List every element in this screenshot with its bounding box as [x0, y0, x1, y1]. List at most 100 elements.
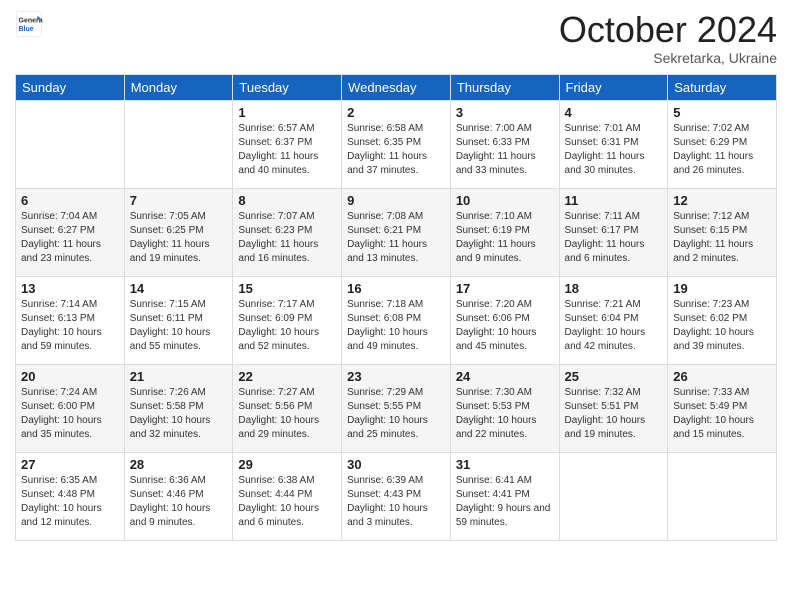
- calendar-cell: 31 Sunrise: 6:41 AM Sunset: 4:41 PM Dayli…: [450, 452, 559, 540]
- calendar-cell: 28 Sunrise: 6:36 AM Sunset: 4:46 PM Dayli…: [124, 452, 233, 540]
- calendar-cell: 7 Sunrise: 7:05 AM Sunset: 6:25 PM Daylig…: [124, 188, 233, 276]
- day-info: Sunrise: 7:17 AM Sunset: 6:09 PM Dayligh…: [238, 298, 336, 354]
- day-info: Sunrise: 6:36 AM Sunset: 4:46 PM Dayligh…: [130, 474, 228, 530]
- calendar-cell: 9Sunrise: 7:08 AM Sunset: 6:21 PM Daylig…: [342, 188, 451, 276]
- day-info: Sunrise: 6:41 AM Sunset: 4:41 PM Dayligh…: [456, 474, 554, 530]
- calendar-cell: 16 Sunrise: 7:18 AM Sunset: 6:08 PM Dayli…: [342, 276, 451, 364]
- calendar-cell: 19 Sunrise: 7:23 AM Sunset: 6:02 PM Dayli…: [668, 276, 777, 364]
- day-number: 17: [456, 281, 554, 296]
- weekday-thursday: Thursday: [450, 74, 559, 100]
- day-info: Sunrise: 6:39 AM Sunset: 4:43 PM Dayligh…: [347, 474, 445, 530]
- day-number: 12: [673, 193, 771, 208]
- day-info: Sunrise: 7:32 AM Sunset: 5:51 PM Dayligh…: [565, 386, 663, 442]
- day-number: 3: [456, 105, 554, 120]
- calendar-cell: 1 Sunrise: 6:57 AM Sunset: 6:37 PM Daylig…: [233, 100, 342, 188]
- day-info: Sunrise: 7:33 AM Sunset: 5:49 PM Dayligh…: [673, 386, 771, 442]
- day-number: 11: [565, 193, 663, 208]
- svg-text:Blue: Blue: [19, 26, 34, 33]
- day-number: 16: [347, 281, 445, 296]
- calendar-cell: 30 Sunrise: 6:39 AM Sunset: 4:43 PM Dayli…: [342, 452, 451, 540]
- calendar-cell: 22Sunrise: 7:27 AM Sunset: 5:56 PM Dayli…: [233, 364, 342, 452]
- calendar-cell: [16, 100, 125, 188]
- day-info: Sunrise: 7:21 AM Sunset: 6:04 PM Dayligh…: [565, 298, 663, 354]
- calendar-cell: [559, 452, 668, 540]
- day-number: 1: [238, 105, 336, 120]
- calendar-cell: 25 Sunrise: 7:32 AM Sunset: 5:51 PM Dayli…: [559, 364, 668, 452]
- day-number: 31: [456, 457, 554, 472]
- week-row-1: 6 Sunrise: 7:04 AM Sunset: 6:27 PM Daylig…: [16, 188, 777, 276]
- day-info: Sunrise: 7:30 AM Sunset: 5:53 PM Dayligh…: [456, 386, 554, 442]
- day-info: Sunrise: 7:01 AM Sunset: 6:31 PM Dayligh…: [565, 122, 663, 178]
- day-info: Sunrise: 7:04 AM Sunset: 6:27 PM Dayligh…: [21, 210, 119, 266]
- week-row-4: 27Sunrise: 6:35 AM Sunset: 4:48 PM Dayli…: [16, 452, 777, 540]
- calendar-cell: 4 Sunrise: 7:01 AM Sunset: 6:31 PM Daylig…: [559, 100, 668, 188]
- calendar-cell: [124, 100, 233, 188]
- calendar-cell: 14Sunrise: 7:15 AM Sunset: 6:11 PM Dayli…: [124, 276, 233, 364]
- day-info: Sunrise: 7:20 AM Sunset: 6:06 PM Dayligh…: [456, 298, 554, 354]
- day-info: Sunrise: 7:26 AM Sunset: 5:58 PM Dayligh…: [130, 386, 228, 442]
- day-number: 9: [347, 193, 445, 208]
- day-info: Sunrise: 7:29 AM Sunset: 5:55 PM Dayligh…: [347, 386, 445, 442]
- day-number: 4: [565, 105, 663, 120]
- weekday-tuesday: Tuesday: [233, 74, 342, 100]
- day-number: 5: [673, 105, 771, 120]
- day-number: 10: [456, 193, 554, 208]
- day-info: Sunrise: 7:00 AM Sunset: 6:33 PM Dayligh…: [456, 122, 554, 178]
- day-number: 6: [21, 193, 119, 208]
- week-row-3: 20Sunrise: 7:24 AM Sunset: 6:00 PM Dayli…: [16, 364, 777, 452]
- logo-icon: General Blue: [15, 10, 43, 38]
- day-number: 23: [347, 369, 445, 384]
- calendar-cell: [668, 452, 777, 540]
- calendar-cell: 18 Sunrise: 7:21 AM Sunset: 6:04 PM Dayli…: [559, 276, 668, 364]
- day-info: Sunrise: 7:07 AM Sunset: 6:23 PM Dayligh…: [238, 210, 336, 266]
- day-number: 14: [130, 281, 228, 296]
- title-area: October 2024 Sekretarka, Ukraine: [559, 10, 777, 66]
- day-number: 7: [130, 193, 228, 208]
- day-number: 15: [238, 281, 336, 296]
- calendar-cell: 29 Sunrise: 6:38 AM Sunset: 4:44 PM Dayli…: [233, 452, 342, 540]
- day-info: Sunrise: 7:12 AM Sunset: 6:15 PM Dayligh…: [673, 210, 771, 266]
- day-number: 20: [21, 369, 119, 384]
- day-number: 18: [565, 281, 663, 296]
- weekday-friday: Friday: [559, 74, 668, 100]
- day-info: Sunrise: 7:14 AM Sunset: 6:13 PM Dayligh…: [21, 298, 119, 354]
- calendar-cell: 10 Sunrise: 7:10 AM Sunset: 6:19 PM Dayli…: [450, 188, 559, 276]
- subtitle: Sekretarka, Ukraine: [559, 50, 777, 66]
- day-info: Sunrise: 6:58 AM Sunset: 6:35 PM Dayligh…: [347, 122, 445, 178]
- month-title: October 2024: [559, 10, 777, 50]
- day-number: 24: [456, 369, 554, 384]
- day-number: 30: [347, 457, 445, 472]
- calendar: SundayMondayTuesdayWednesdayThursdayFrid…: [15, 74, 777, 541]
- calendar-cell: 24 Sunrise: 7:30 AM Sunset: 5:53 PM Dayli…: [450, 364, 559, 452]
- day-number: 19: [673, 281, 771, 296]
- weekday-sunday: Sunday: [16, 74, 125, 100]
- day-info: Sunrise: 7:10 AM Sunset: 6:19 PM Dayligh…: [456, 210, 554, 266]
- day-info: Sunrise: 6:38 AM Sunset: 4:44 PM Dayligh…: [238, 474, 336, 530]
- calendar-cell: 15 Sunrise: 7:17 AM Sunset: 6:09 PM Dayli…: [233, 276, 342, 364]
- calendar-cell: 6 Sunrise: 7:04 AM Sunset: 6:27 PM Daylig…: [16, 188, 125, 276]
- calendar-cell: 13Sunrise: 7:14 AM Sunset: 6:13 PM Dayli…: [16, 276, 125, 364]
- logo: General Blue: [15, 10, 43, 38]
- day-info: Sunrise: 7:05 AM Sunset: 6:25 PM Dayligh…: [130, 210, 228, 266]
- day-number: 27: [21, 457, 119, 472]
- calendar-cell: 20Sunrise: 7:24 AM Sunset: 6:00 PM Dayli…: [16, 364, 125, 452]
- day-info: Sunrise: 7:11 AM Sunset: 6:17 PM Dayligh…: [565, 210, 663, 266]
- header: General Blue October 2024 Sekretarka, Uk…: [15, 10, 777, 66]
- day-number: 29: [238, 457, 336, 472]
- day-number: 8: [238, 193, 336, 208]
- calendar-cell: 2Sunrise: 6:58 AM Sunset: 6:35 PM Daylig…: [342, 100, 451, 188]
- calendar-cell: 5 Sunrise: 7:02 AM Sunset: 6:29 PM Daylig…: [668, 100, 777, 188]
- weekday-saturday: Saturday: [668, 74, 777, 100]
- calendar-cell: 27Sunrise: 6:35 AM Sunset: 4:48 PM Dayli…: [16, 452, 125, 540]
- day-number: 28: [130, 457, 228, 472]
- day-info: Sunrise: 7:27 AM Sunset: 5:56 PM Dayligh…: [238, 386, 336, 442]
- day-info: Sunrise: 7:02 AM Sunset: 6:29 PM Dayligh…: [673, 122, 771, 178]
- day-info: Sunrise: 6:57 AM Sunset: 6:37 PM Dayligh…: [238, 122, 336, 178]
- day-number: 21: [130, 369, 228, 384]
- week-row-2: 13Sunrise: 7:14 AM Sunset: 6:13 PM Dayli…: [16, 276, 777, 364]
- day-info: Sunrise: 7:18 AM Sunset: 6:08 PM Dayligh…: [347, 298, 445, 354]
- calendar-cell: 12 Sunrise: 7:12 AM Sunset: 6:15 PM Dayli…: [668, 188, 777, 276]
- weekday-monday: Monday: [124, 74, 233, 100]
- day-info: Sunrise: 7:23 AM Sunset: 6:02 PM Dayligh…: [673, 298, 771, 354]
- day-number: 25: [565, 369, 663, 384]
